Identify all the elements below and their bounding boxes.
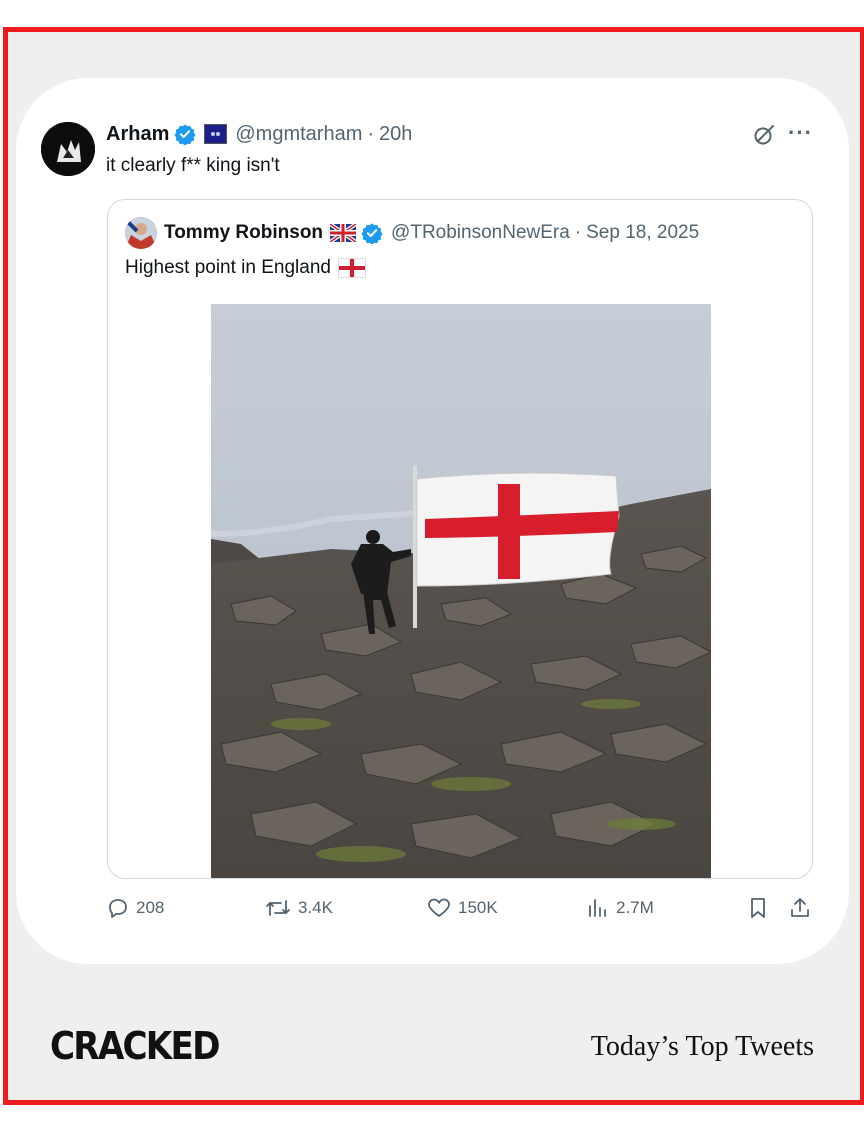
tweet-photo[interactable] <box>211 304 711 878</box>
affiliate-badge-icon <box>204 124 228 144</box>
verified-badge-icon <box>174 124 196 145</box>
reply-icon <box>109 899 127 918</box>
quoted-handle[interactable]: @TRobinsonNewEra <box>391 222 570 244</box>
like-icon <box>428 898 450 917</box>
quoted-text-row: Highest point in England <box>125 257 366 279</box>
tweet-header: Arham @mgmtarham · 20h <box>106 121 412 147</box>
like-count: 150K <box>458 898 498 917</box>
views-count: 2.7M <box>616 898 654 917</box>
quoted-header: Tommy Robinson @TRobinsonNewEra · Sep 18… <box>164 220 699 246</box>
bookmark-icon <box>751 898 765 918</box>
quoted-author-name[interactable]: Tommy Robinson <box>164 222 323 244</box>
author-name[interactable]: Arham <box>106 123 169 146</box>
more-icon[interactable]: ··· <box>788 120 813 146</box>
cracked-logo: CRACKED <box>50 1024 220 1068</box>
separator: · <box>574 222 582 243</box>
england-flag-icon <box>337 258 366 278</box>
repost-icon <box>266 900 290 916</box>
share-button[interactable] <box>788 896 818 920</box>
uk-flag-icon <box>330 224 357 242</box>
quoted-date[interactable]: Sep 18, 2025 <box>586 222 699 244</box>
avatar[interactable] <box>41 122 95 176</box>
separator: · <box>367 122 375 145</box>
tagline: Today’s Top Tweets <box>590 1031 814 1062</box>
like-button[interactable]: 150K <box>426 896 498 920</box>
repost-button[interactable]: 3.4K <box>264 896 333 920</box>
share-icon <box>791 898 809 917</box>
tweet-text: it clearly f** king isn't <box>106 155 280 176</box>
author-handle[interactable]: @mgmtarham <box>235 123 362 146</box>
action-bar: 208 3.4K 150K 2.7M <box>106 896 816 924</box>
reply-count: 208 <box>136 898 165 917</box>
verified-badge-icon <box>361 223 383 244</box>
views-button[interactable]: 2.7M <box>586 896 654 920</box>
bookmark-button[interactable] <box>746 896 776 920</box>
reply-button[interactable]: 208 <box>106 896 164 920</box>
quoted-text: Highest point in England <box>125 257 331 278</box>
tweet-time[interactable]: 20h <box>379 123 412 146</box>
quoted-avatar[interactable] <box>125 217 157 249</box>
quoted-tweet[interactable]: Tommy Robinson @TRobinsonNewEra · Sep 18… <box>107 199 813 879</box>
views-icon <box>589 899 606 917</box>
grok-icon[interactable] <box>752 123 776 147</box>
repost-count: 3.4K <box>298 898 333 917</box>
